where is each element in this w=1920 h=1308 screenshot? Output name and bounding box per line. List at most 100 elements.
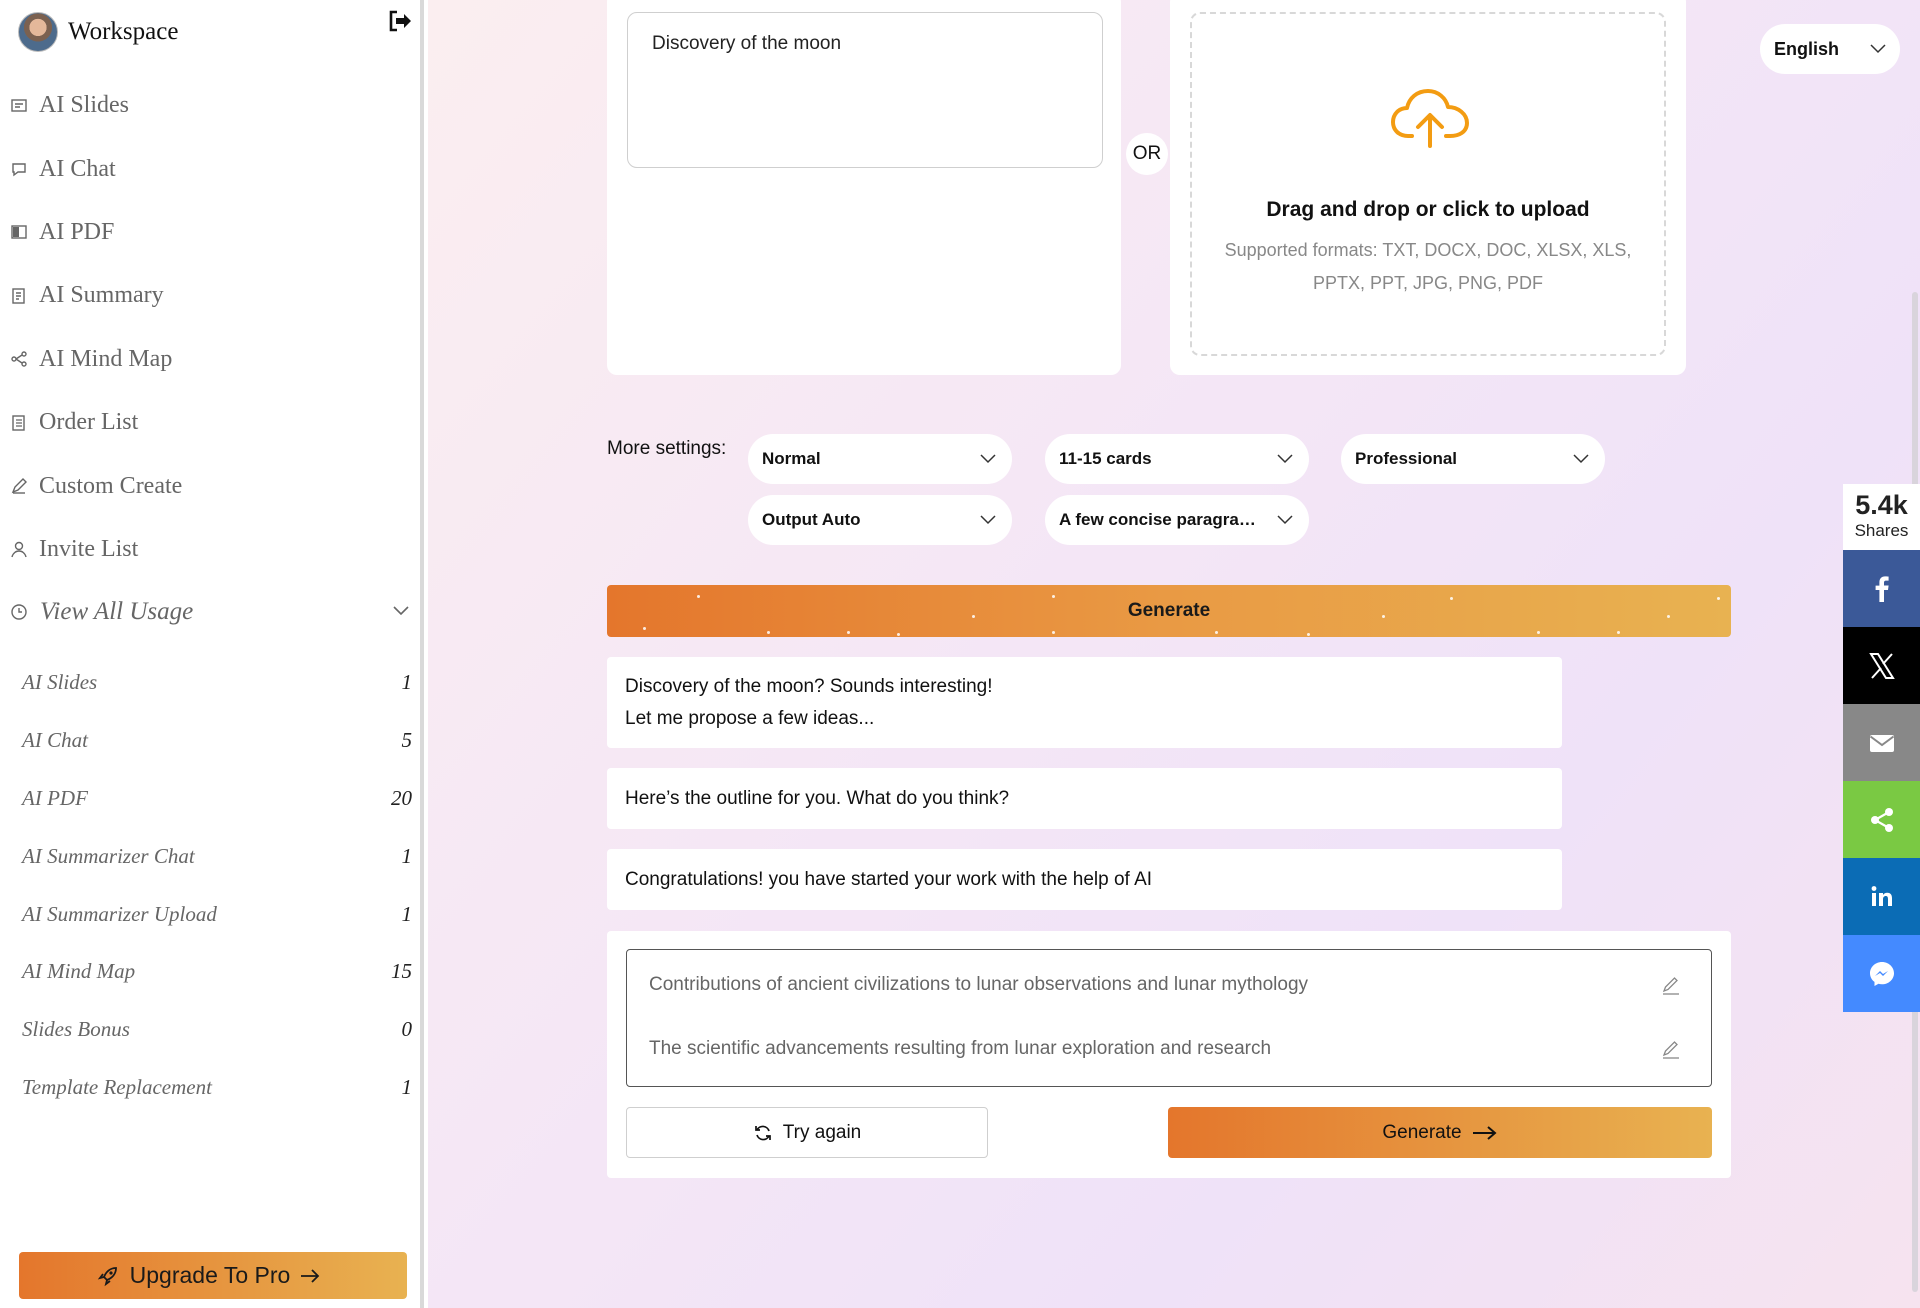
- usage-label: AI Summarizer Upload: [22, 901, 217, 926]
- usage-row: AI Chat 5: [22, 712, 414, 770]
- upgrade-to-pro-button[interactable]: Upgrade To Pro: [19, 1252, 407, 1299]
- sparkle: [1052, 595, 1055, 598]
- sparkle: [1537, 631, 1540, 634]
- usage-row: AI Mind Map 15: [22, 943, 414, 1001]
- upload-dropzone[interactable]: Drag and drop or click to upload Support…: [1190, 12, 1666, 356]
- usage-value: 1: [401, 901, 413, 926]
- chevron-down-icon: [980, 454, 996, 464]
- workspace-header: Workspace: [18, 12, 418, 52]
- or-separator: OR: [1126, 133, 1168, 175]
- main-area: Discovery of the moon OR Drag and drop o…: [428, 0, 1920, 1308]
- sidebar-item-ai-slides[interactable]: AI Slides: [0, 74, 424, 137]
- language-select[interactable]: English: [1760, 24, 1900, 74]
- sparkle: [643, 627, 646, 630]
- order-list-icon: [12, 414, 25, 431]
- usage-label: AI Slides: [22, 670, 98, 695]
- avatar[interactable]: [18, 12, 58, 52]
- message-line: Discovery of the moon? Sounds interestin…: [625, 675, 993, 697]
- upload-formats: Supported formats: TXT, DOCX, DOC, XLSX,…: [1224, 240, 1632, 293]
- sparkle: [1717, 597, 1720, 600]
- sparkle: [972, 615, 975, 618]
- generate-button[interactable]: Generate: [607, 585, 1731, 637]
- usage-row: AI Summarizer Chat 1: [22, 827, 414, 885]
- sparkle: [697, 595, 700, 598]
- usage-label: AI Mind Map: [22, 959, 136, 984]
- language-value: English: [1774, 38, 1840, 59]
- try-again-button[interactable]: Try again: [626, 1107, 988, 1158]
- sidebar-item-order-list[interactable]: Order List: [0, 391, 424, 454]
- share-count-label: Shares: [1854, 521, 1909, 540]
- text-amount-value: A few concise paragraphs: [1059, 510, 1265, 529]
- share-count-number: 5.4k: [1855, 490, 1908, 520]
- try-again-label: Try again: [782, 1121, 862, 1143]
- usage-header-label: View All Usage: [40, 598, 194, 625]
- messenger-share-button[interactable]: [1843, 935, 1920, 1012]
- usage-label: Slides Bonus: [22, 1017, 130, 1042]
- arrow-right-icon: [1472, 1125, 1497, 1140]
- usage-value: 1: [401, 843, 413, 868]
- text-amount-select[interactable]: A few concise paragraphs: [1045, 495, 1309, 545]
- message-line: Here’s the outline for you. What do you …: [625, 787, 1010, 809]
- edit-icon[interactable]: [1661, 976, 1681, 996]
- sidebar-item-invite-list[interactable]: Invite List: [0, 518, 424, 581]
- rocket-icon: [97, 1266, 117, 1286]
- topic-input[interactable]: Discovery of the moon: [627, 12, 1103, 168]
- edit-icon[interactable]: [1661, 1040, 1681, 1060]
- message-line: Let me propose a few ideas...: [625, 707, 875, 729]
- outline-list: Contributions of ancient civilizations t…: [626, 949, 1712, 1087]
- email-share-button[interactable]: [1843, 704, 1920, 781]
- chevron-down-icon: [980, 515, 996, 525]
- usage-value: 0: [401, 1017, 413, 1042]
- sidebar-item-ai-summary[interactable]: AI Summary: [0, 264, 424, 327]
- usage-value: 15: [391, 959, 412, 984]
- tone-select[interactable]: Professional: [1341, 434, 1605, 484]
- sidebar-item-label: AI PDF: [39, 218, 115, 245]
- linkedin-icon: [1871, 885, 1892, 906]
- sparkle: [1052, 631, 1055, 634]
- facebook-share-button[interactable]: [1843, 550, 1920, 627]
- view-all-usage-toggle[interactable]: View All Usage: [10, 592, 416, 632]
- usage-label: Template Replacement: [22, 1074, 212, 1099]
- sidebar-item-ai-pdf[interactable]: AI PDF: [0, 201, 424, 264]
- usage-value: 20: [391, 785, 412, 810]
- outline-item[interactable]: Contributions of ancient civilizations t…: [649, 970, 1693, 1000]
- messenger-icon: [1869, 961, 1894, 986]
- cards-value: 11-15 cards: [1059, 449, 1152, 468]
- sidebar-item-custom-create[interactable]: Custom Create: [0, 454, 424, 517]
- assistant-message: Discovery of the moon? Sounds interestin…: [607, 657, 1562, 748]
- x-share-button[interactable]: [1843, 627, 1920, 704]
- logout-icon[interactable]: [388, 10, 412, 32]
- sidebar-item-label: Invite List: [39, 535, 139, 562]
- sparkle: [1450, 597, 1453, 600]
- assistant-message: Congratulations! you have started your w…: [607, 849, 1562, 910]
- usage-value: 1: [401, 1074, 413, 1099]
- email-icon: [1869, 734, 1894, 752]
- sidebar-item-label: AI Chat: [39, 155, 116, 182]
- upload-title: Drag and drop or click to upload: [1266, 198, 1590, 221]
- generic-share-button[interactable]: [1843, 781, 1920, 858]
- assistant-message: Here’s the outline for you. What do you …: [607, 768, 1562, 829]
- x-icon: [1868, 652, 1895, 679]
- pdf-icon: [11, 225, 27, 240]
- sidebar-item-label: AI Summary: [39, 282, 164, 309]
- sidebar-item-ai-chat[interactable]: AI Chat: [0, 137, 424, 200]
- outline-card: Contributions of ancient civilizations t…: [607, 931, 1731, 1178]
- more-settings-label: More settings:: [607, 438, 727, 459]
- chevron-down-icon: [1277, 454, 1293, 464]
- cards-select[interactable]: 11-15 cards: [1045, 434, 1309, 484]
- chevron-down-icon: [1573, 454, 1589, 464]
- usage-label: AI Chat: [22, 728, 88, 753]
- generate-outline-button[interactable]: Generate: [1168, 1107, 1712, 1158]
- linkedin-share-button[interactable]: [1843, 858, 1920, 935]
- sidebar: Workspace AI Slides AI Chat AI PDF AI Su…: [0, 0, 424, 1308]
- sidebar-item-ai-mind-map[interactable]: AI Mind Map: [0, 328, 424, 391]
- share-count: 5.4k Shares: [1843, 484, 1920, 550]
- tone-value: Professional: [1355, 449, 1458, 468]
- sidebar-item-label: Custom Create: [39, 472, 183, 499]
- outline-item[interactable]: The scientific advancements resulting fr…: [649, 1034, 1693, 1064]
- usage-label: AI PDF: [22, 785, 88, 810]
- output-select[interactable]: Output Auto: [748, 495, 1012, 545]
- facebook-icon: [1875, 575, 1889, 602]
- upgrade-label: Upgrade To Pro: [129, 1262, 291, 1288]
- mode-select[interactable]: Normal: [748, 434, 1012, 484]
